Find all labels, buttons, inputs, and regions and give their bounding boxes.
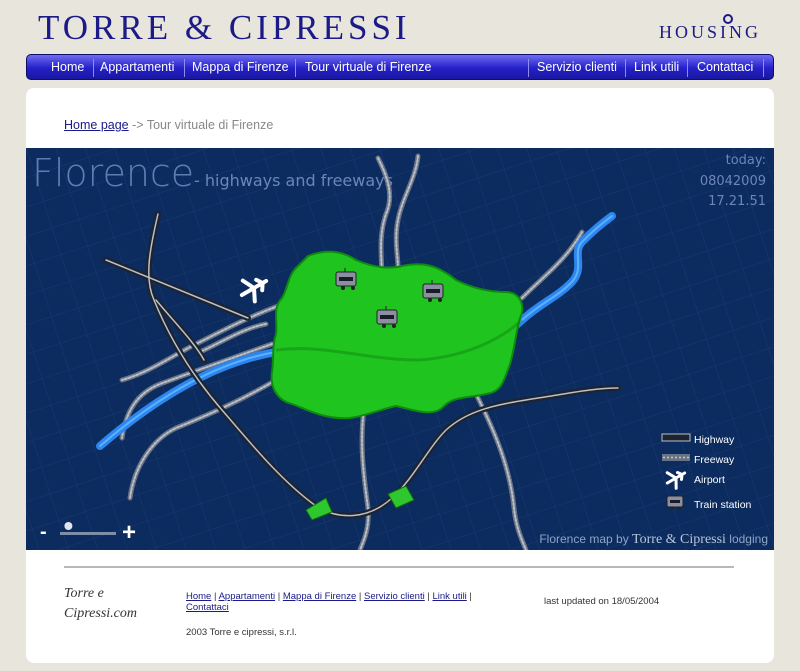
nav-divider xyxy=(687,59,688,77)
credit-suffix: lodging xyxy=(729,532,768,546)
legend-highway: Highway xyxy=(694,434,735,446)
legend-airport: Airport xyxy=(694,474,725,486)
nav-servizio[interactable]: Servizio clienti xyxy=(537,60,617,74)
nav-tour[interactable]: Tour virtuale di Firenze xyxy=(305,60,431,74)
breadcrumb-current: Tour virtuale di Firenze xyxy=(146,118,274,132)
footer-link-servizio[interactable]: Servizio clienti xyxy=(364,591,425,602)
copyright: 2003 Torre e cipressi, s.r.l. xyxy=(186,627,297,638)
map-title: Florence xyxy=(32,151,194,195)
footer-link-home[interactable]: Home xyxy=(186,591,211,602)
footer-link-contattaci[interactable]: Contattaci xyxy=(186,602,229,613)
map-subtitle: - highways and freeways xyxy=(194,171,393,190)
zoom-out-button[interactable]: - xyxy=(40,521,47,543)
nav-contattaci[interactable]: Contattaci xyxy=(697,60,753,74)
nav-divider xyxy=(625,59,626,77)
credit-prefix: Florence map by xyxy=(539,532,628,546)
nav-divider xyxy=(295,59,296,77)
highway-swatch xyxy=(661,433,691,442)
housing-logo: HOUSING xyxy=(659,22,761,42)
credit-brand: Torre & Cipressi xyxy=(632,532,726,547)
footer-logo: Torre e Cipressi.com xyxy=(64,584,164,624)
last-updated: last updated on 18/05/2004 xyxy=(544,596,660,607)
zoom-in-button[interactable]: + xyxy=(122,519,136,546)
nav-mappa[interactable]: Mappa di Firenze xyxy=(192,60,289,74)
nav-appartamenti[interactable]: Appartamenti xyxy=(100,60,174,74)
footer-divider xyxy=(64,566,734,568)
today-time: 17.21.51 xyxy=(708,194,766,209)
today-label: today: xyxy=(726,153,766,168)
today-date: 08042009 xyxy=(700,174,766,189)
legend-train-station: Train station xyxy=(694,499,752,511)
zoom-knob[interactable] xyxy=(64,522,73,530)
top-nav: Home Appartamenti Mappa di Firenze Tour … xyxy=(26,54,774,80)
nav-link-utili[interactable]: Link utili xyxy=(634,60,679,74)
nav-home[interactable]: Home xyxy=(51,60,84,74)
brand-logo: TORRE & CIPRESSI xyxy=(38,8,411,47)
footer-links: Home | Appartamenti | Mappa di Firenze |… xyxy=(186,591,472,613)
breadcrumb-separator: -> xyxy=(132,118,144,132)
nav-divider xyxy=(528,59,529,77)
florence-map[interactable]: Florence - highways and freeways today: … xyxy=(26,148,774,550)
footer-logo-line2: Cipressi.com xyxy=(64,606,137,621)
nav-divider xyxy=(184,59,185,77)
zoom-track[interactable] xyxy=(60,532,116,535)
legend-freeway: Freeway xyxy=(694,454,735,466)
nav-divider xyxy=(93,59,94,77)
footer-link-appartamenti[interactable]: Appartamenti xyxy=(219,591,276,602)
footer-logo-line1: Torre e xyxy=(64,586,104,601)
footer-link-utili[interactable]: Link utili xyxy=(432,591,466,602)
housing-dot-icon xyxy=(723,14,733,24)
breadcrumb-home-link[interactable]: Home page xyxy=(64,118,129,132)
footer-link-mappa[interactable]: Mappa di Firenze xyxy=(283,591,356,602)
breadcrumb: Home page -> Tour virtuale di Firenze xyxy=(64,118,273,132)
map-credit: Florence map by Torre & Cipressi lodging xyxy=(539,532,768,547)
nav-divider xyxy=(763,59,764,77)
